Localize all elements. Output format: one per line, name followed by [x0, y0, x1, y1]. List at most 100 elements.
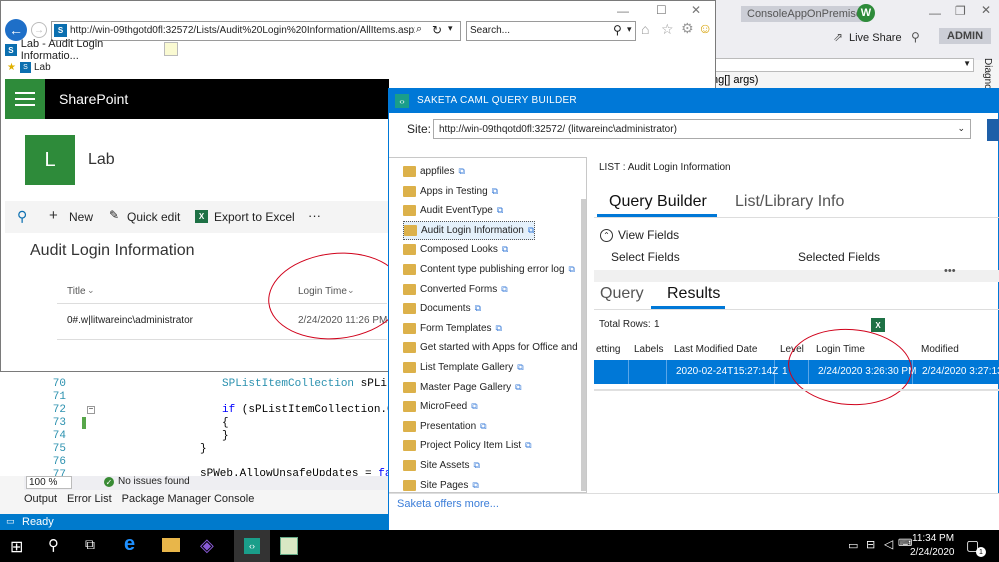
row-title[interactable]: 0#.w|litwareinc\administrator: [67, 315, 193, 326]
open-link-icon[interactable]: ⧉: [528, 225, 534, 236]
saketa-offers-link[interactable]: Saketa offers more...: [397, 498, 499, 510]
tab-list-library-info[interactable]: List/Library Info: [735, 193, 844, 211]
browser-tab[interactable]: S Lab - Audit Login Informatio...: [5, 38, 161, 62]
list-tree[interactable]: appfiles ⧉ Apps in Testing ⧉ Audit EventType…: [389, 157, 587, 493]
gear-icon[interactable]: ⚙: [681, 20, 694, 37]
site-title[interactable]: Lab: [88, 151, 115, 169]
windows-start-icon[interactable]: ⊞: [10, 537, 23, 557]
open-link-icon[interactable]: ⧉: [525, 440, 531, 451]
saketa-taskbar-button[interactable]: ‹›: [234, 530, 270, 562]
tab-error-list[interactable]: Error List: [67, 493, 112, 505]
open-link-icon[interactable]: ⧉: [473, 460, 479, 471]
maximize-icon[interactable]: ☐: [656, 3, 667, 17]
diagnostics-tab[interactable]: Diagno: [982, 58, 993, 90]
open-link-icon[interactable]: ⧉: [497, 205, 503, 216]
splitter[interactable]: •••: [594, 265, 999, 282]
tab-package-manager[interactable]: Package Manager Console: [122, 493, 255, 505]
star-icon[interactable]: ☆: [661, 21, 674, 38]
open-link-icon[interactable]: ⧉: [517, 362, 523, 373]
close-icon[interactable]: ✕: [981, 3, 991, 17]
tree-item[interactable]: Master Page Gallery ⧉: [403, 378, 522, 397]
feedback-icon[interactable]: ⚲: [911, 30, 920, 44]
minimize-icon[interactable]: —: [929, 6, 941, 20]
clock-date[interactable]: 2/24/2020: [910, 547, 955, 558]
tree-item[interactable]: Composed Looks ⧉: [403, 240, 508, 259]
smiley-icon[interactable]: ☺: [698, 20, 712, 36]
tree-item[interactable]: Site Pages ⧉: [403, 476, 479, 492]
header-cell[interactable]: Last Modified Date: [674, 344, 757, 355]
open-link-icon[interactable]: ⧉: [569, 264, 575, 275]
tree-item[interactable]: Project Policy Item List ⧉: [403, 436, 532, 455]
volume-icon[interactable]: ◁: [884, 537, 893, 551]
header-cell[interactable]: Labels: [634, 344, 663, 355]
chevron-down-icon[interactable]: ▾: [448, 23, 453, 34]
refresh-icon[interactable]: ↻: [432, 23, 442, 37]
tab-results[interactable]: Results: [667, 285, 720, 303]
favorites-star-icon[interactable]: ★: [7, 62, 16, 73]
member-dropdown[interactable]: ▼: [700, 58, 974, 72]
open-link-icon[interactable]: ⧉: [471, 401, 477, 412]
tree-item[interactable]: Apps in Testing ⧉: [403, 182, 498, 201]
open-link-icon[interactable]: ⧉: [475, 303, 481, 314]
tree-item[interactable]: Site Assets ⧉: [403, 456, 480, 475]
file-explorer-icon[interactable]: [162, 538, 180, 552]
open-link-icon[interactable]: ⧉: [515, 382, 521, 393]
zoom-select[interactable]: 100 %: [26, 476, 73, 489]
chevron-up-icon[interactable]: ⌃: [600, 229, 613, 242]
live-share-button[interactable]: Live Share: [849, 32, 902, 44]
site-dropdown[interactable]: http://win-09thqotd0fl:32572/ (litwarein…: [433, 119, 971, 139]
issues-status[interactable]: No issues found: [118, 476, 190, 487]
notepad-icon[interactable]: [280, 537, 298, 555]
search-icon[interactable]: ⚲: [613, 23, 622, 37]
forward-icon[interactable]: →: [31, 22, 47, 38]
tree-item[interactable]: Documents ⧉: [403, 299, 481, 318]
tree-item[interactable]: Presentation ⧉: [403, 417, 487, 436]
favorite-link[interactable]: Lab: [34, 62, 51, 73]
open-link-icon[interactable]: ⧉: [501, 284, 507, 295]
avatar[interactable]: W: [857, 4, 875, 22]
quick-edit-button[interactable]: Quick edit: [127, 210, 180, 224]
battery-icon[interactable]: ▭: [848, 539, 858, 552]
search-icon[interactable]: ⚲: [17, 208, 27, 225]
tab-query[interactable]: Query: [600, 285, 644, 303]
tree-scrollbar[interactable]: [581, 199, 586, 491]
new-button[interactable]: New: [69, 210, 93, 224]
app-launcher-button[interactable]: [5, 79, 45, 119]
tree-item[interactable]: Audit Login Information ⧉: [403, 220, 536, 240]
open-link-icon[interactable]: ⧉: [496, 323, 502, 334]
excel-icon[interactable]: X: [871, 318, 885, 332]
new-tab-icon[interactable]: [164, 42, 178, 56]
close-icon[interactable]: ✕: [691, 3, 701, 17]
collapse-icon[interactable]: −: [87, 406, 95, 414]
tree-item[interactable]: Get started with Apps for Office and Sh⧉: [403, 338, 586, 357]
site-logo[interactable]: L: [25, 135, 75, 185]
open-link-icon[interactable]: ⧉: [502, 244, 508, 255]
tree-item[interactable]: List Template Gallery ⧉: [403, 358, 524, 377]
minimize-icon[interactable]: —: [617, 4, 629, 18]
network-icon[interactable]: ⊟: [866, 538, 875, 551]
more-button[interactable]: ···: [308, 208, 321, 223]
open-link-icon[interactable]: ⧉: [458, 166, 464, 177]
tree-item[interactable]: Form Templates ⧉: [403, 319, 502, 338]
search-input[interactable]: Search...: [470, 25, 510, 36]
task-view-icon[interactable]: ⧉: [85, 536, 95, 553]
column-header-title[interactable]: Title: [67, 286, 86, 297]
visual-studio-icon[interactable]: ◈: [200, 535, 214, 556]
admin-badge[interactable]: ADMIN: [939, 28, 992, 44]
home-icon[interactable]: ⌂: [641, 21, 649, 37]
tree-item[interactable]: Content type publishing error log ⧉: [403, 260, 575, 279]
clock-time[interactable]: 11:34 PM: [912, 533, 954, 544]
tree-item[interactable]: Converted Forms ⧉: [403, 280, 508, 299]
tree-item[interactable]: appfiles ⧉: [403, 162, 465, 181]
suite-brand[interactable]: SharePoint: [59, 91, 128, 107]
tab-output[interactable]: Output: [24, 493, 57, 505]
load-button[interactable]: [987, 119, 999, 141]
open-link-icon[interactable]: ⧉: [480, 421, 486, 432]
chevron-down-icon[interactable]: ▾: [627, 24, 632, 35]
open-link-icon[interactable]: ⧉: [472, 480, 478, 491]
code-editor[interactable]: 70 SPListItemCollection sPListIte 71 72 …: [0, 368, 420, 481]
header-cell[interactable]: etting: [596, 344, 620, 355]
view-fields-toggle[interactable]: View Fields: [618, 228, 679, 242]
export-excel-button[interactable]: Export to Excel: [214, 210, 295, 224]
search-icon[interactable]: ⚲: [48, 536, 59, 554]
